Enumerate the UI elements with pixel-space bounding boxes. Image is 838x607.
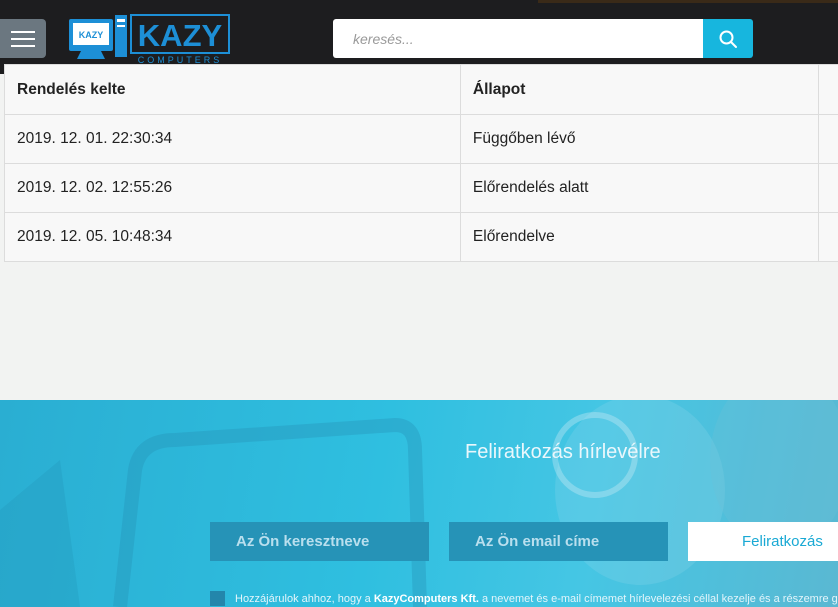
table-row: 2019. 12. 01. 22:30:34 Függőben lévő	[4, 114, 838, 164]
subscribe-button[interactable]: Feliratkozás	[688, 522, 838, 561]
column-header-extra	[817, 64, 838, 115]
order-extra-cell	[817, 163, 838, 213]
search-icon	[719, 30, 737, 48]
header-top-strip	[538, 0, 838, 3]
logo-badge-text: KAZY	[79, 30, 104, 40]
column-header-date: Rendelés kelte	[4, 64, 461, 115]
logo-wordmark: KAZY	[138, 18, 223, 53]
consent-checkbox[interactable]	[210, 591, 225, 606]
order-date-cell: 2019. 12. 05. 10:48:34	[4, 212, 461, 262]
order-extra-cell	[817, 114, 838, 164]
site-header: KAZY KAZY COMPUTERS	[0, 0, 838, 74]
order-status-cell: Függőben lévő	[459, 114, 819, 164]
kazy-logo[interactable]: KAZY KAZY COMPUTERS	[67, 13, 232, 65]
consent-suffix: a nevemet és e-mail címemet hírlevelezés…	[481, 593, 838, 605]
newsletter-section: Feliratkozás hírlevélre Feliratkozás Hoz…	[0, 400, 838, 607]
menu-bar-icon	[11, 30, 35, 33]
search-button[interactable]	[703, 19, 753, 58]
menu-bar-icon	[11, 44, 35, 47]
newsletter-background-image	[0, 400, 838, 607]
orders-table: Rendelés kelte Állapot 2019. 12. 01. 22:…	[4, 64, 838, 262]
order-status-cell: Előrendelés alatt	[459, 163, 819, 213]
order-date-cell: 2019. 12. 02. 12:55:26	[4, 163, 461, 213]
table-header-row: Rendelés kelte Állapot	[4, 64, 838, 115]
email-field[interactable]	[449, 522, 668, 561]
table-row: 2019. 12. 05. 10:48:34 Előrendelve	[4, 212, 838, 262]
order-extra-cell	[817, 212, 838, 262]
newsletter-title: Feliratkozás hírlevélre	[465, 441, 661, 463]
consent-company: KazyComputers Kft.	[373, 593, 479, 605]
order-date-cell: 2019. 12. 01. 22:30:34	[4, 114, 461, 164]
menu-bar-icon	[11, 37, 35, 40]
table-row: 2019. 12. 02. 12:55:26 Előrendelés alatt	[4, 163, 838, 213]
search-input[interactable]	[333, 19, 703, 58]
order-status-cell: Előrendelve	[459, 212, 819, 262]
firstname-field[interactable]	[210, 522, 429, 561]
consent-text: Hozzájárulok ahhoz, hogy a KazyComputers…	[235, 593, 838, 605]
hamburger-menu-button[interactable]	[0, 19, 46, 58]
consent-prefix: Hozzájárulok ahhoz, hogy a	[235, 593, 374, 605]
column-header-status: Állapot	[459, 64, 819, 115]
